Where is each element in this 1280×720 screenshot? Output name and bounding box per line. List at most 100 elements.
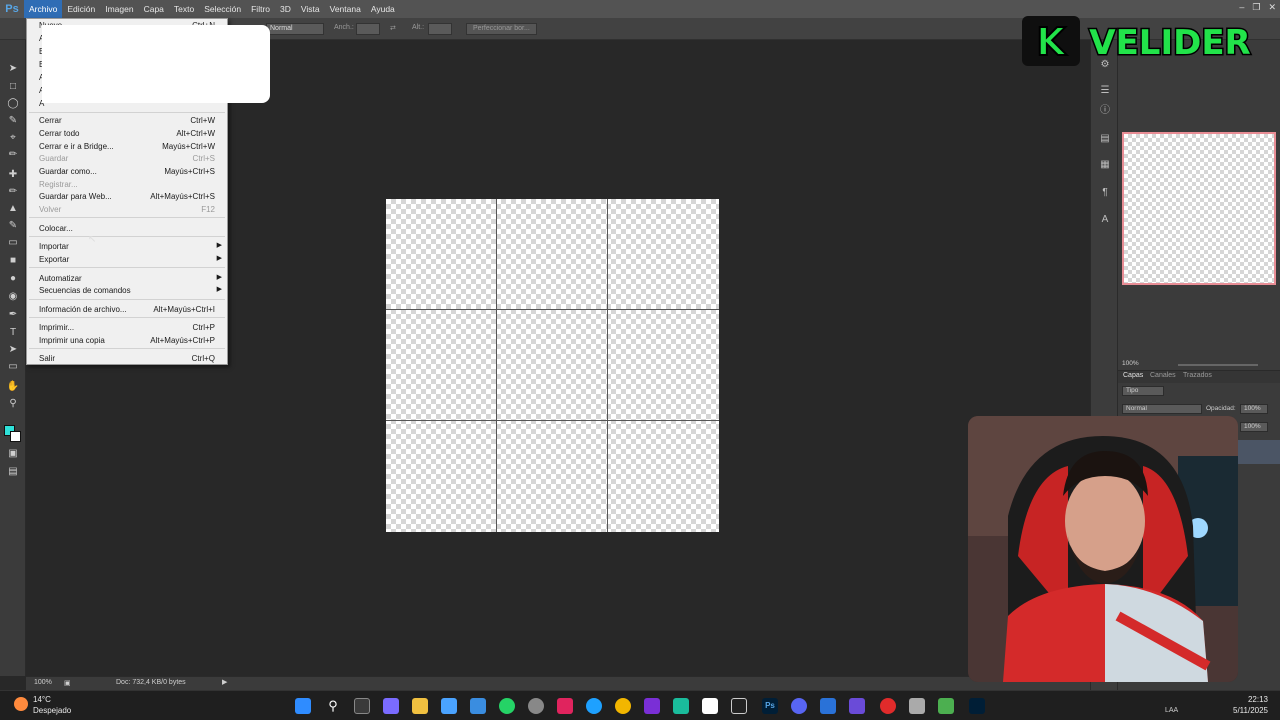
- swap-icon[interactable]: ⇄: [390, 24, 396, 32]
- menu-item-imprimir[interactable]: Imprimir... Ctrl+P: [27, 321, 227, 334]
- language-indicator[interactable]: LAA: [1165, 707, 1178, 714]
- paragraph-panel-icon[interactable]: ¶: [1098, 186, 1112, 200]
- store-icon[interactable]: [441, 698, 457, 714]
- whatsapp-icon[interactable]: [499, 698, 515, 714]
- menu-ventana[interactable]: Ventana: [325, 0, 366, 18]
- style-select[interactable]: Normal: [266, 23, 324, 35]
- edge-icon[interactable]: [586, 698, 602, 714]
- document-canvas[interactable]: [386, 199, 719, 532]
- telegram-icon[interactable]: [820, 698, 836, 714]
- tab-canales[interactable]: Canales: [1150, 372, 1176, 379]
- height-field[interactable]: [428, 23, 452, 35]
- menu-item-guardar-web[interactable]: Guardar para Web... Alt+Mayús+Ctrl+S: [27, 190, 227, 203]
- clock-date[interactable]: 5/11/2025: [1233, 706, 1268, 715]
- chrome-icon[interactable]: [615, 698, 631, 714]
- task-view-icon[interactable]: [354, 698, 370, 714]
- menu-ayuda[interactable]: Ayuda: [366, 0, 400, 18]
- chatgpt-icon[interactable]: [528, 698, 544, 714]
- width-field[interactable]: [356, 23, 380, 35]
- notion-icon[interactable]: [702, 698, 718, 714]
- tab-capas[interactable]: Capas: [1123, 372, 1143, 379]
- character-panel-icon[interactable]: A: [1098, 213, 1112, 227]
- tiktok-icon[interactable]: [557, 698, 573, 714]
- minimize-icon[interactable]: –: [1239, 2, 1244, 12]
- eraser-tool-icon[interactable]: ▭: [6, 236, 20, 250]
- hand-tool-icon[interactable]: ✋: [6, 380, 20, 394]
- weather-temp[interactable]: 14°C: [33, 695, 51, 704]
- crop-tool-icon[interactable]: ⌖: [6, 131, 20, 145]
- menu-item-informacion[interactable]: Información de archivo... Alt+Mayús+Ctrl…: [27, 303, 227, 316]
- menu-filtro[interactable]: Filtro: [246, 0, 275, 18]
- menu-3d[interactable]: 3D: [275, 0, 296, 18]
- menu-edicion[interactable]: Edición: [62, 0, 100, 18]
- windows-start-icon[interactable]: [295, 698, 311, 714]
- menu-vista[interactable]: Vista: [296, 0, 325, 18]
- pen-app-icon[interactable]: [909, 698, 925, 714]
- menu-item-guardar-como[interactable]: Guardar como... Mayús+Ctrl+S: [27, 165, 227, 178]
- info-icon[interactable]: ▣: [64, 679, 71, 687]
- menu-item-salir[interactable]: Salir Ctrl+Q: [27, 352, 227, 365]
- brush-tool-icon[interactable]: ✏: [6, 185, 20, 199]
- notepad-icon[interactable]: [470, 698, 486, 714]
- copilot-icon[interactable]: [383, 698, 399, 714]
- properties-panel-icon[interactable]: ☰: [1098, 84, 1112, 98]
- menu-item-cerrar-todo[interactable]: Cerrar todo Alt+Ctrl+W: [27, 127, 227, 140]
- type-tool-icon[interactable]: T: [6, 326, 20, 340]
- menu-item-exportar[interactable]: Exportar ▶: [27, 253, 227, 266]
- dodge-tool-icon[interactable]: ◉: [6, 290, 20, 304]
- photoshop-taskbar-icon[interactable]: Ps: [762, 698, 778, 714]
- info-panel-icon[interactable]: ⓘ: [1098, 104, 1112, 118]
- menu-item-colocar[interactable]: Colocar...: [27, 222, 227, 235]
- menu-item-imprimir-copia[interactable]: Imprimir una copia Alt+Mayús+Ctrl+P: [27, 334, 227, 347]
- play-arrow-icon[interactable]: ▶: [222, 678, 227, 686]
- clone-source-icon[interactable]: ▦: [1098, 158, 1112, 172]
- refine-edge-button[interactable]: Perfeccionar bor...: [466, 23, 537, 35]
- weather-desc[interactable]: Despejado: [33, 706, 71, 715]
- menu-capa[interactable]: Capa: [139, 0, 169, 18]
- onenote-icon[interactable]: [644, 698, 660, 714]
- close-icon[interactable]: ✕: [1268, 2, 1276, 13]
- capcut-icon[interactable]: [731, 698, 747, 714]
- teams-icon[interactable]: [849, 698, 865, 714]
- quick-mask-icon[interactable]: ▣: [6, 447, 20, 461]
- zoom-level[interactable]: 100%: [34, 679, 52, 686]
- search-icon[interactable]: ⚲: [325, 698, 341, 714]
- menu-archivo[interactable]: Archivo: [24, 0, 63, 18]
- app-icon-teal[interactable]: [673, 698, 689, 714]
- discord-icon[interactable]: [791, 698, 807, 714]
- healing-tool-icon[interactable]: ✚: [6, 168, 20, 182]
- layer-filter-select[interactable]: Tipo: [1122, 386, 1164, 396]
- blend-mode-select[interactable]: Normal: [1122, 404, 1202, 414]
- file-explorer-icon[interactable]: [412, 698, 428, 714]
- app-icon-green[interactable]: [938, 698, 954, 714]
- gradient-tool-icon[interactable]: ■: [6, 254, 20, 268]
- clock-time[interactable]: 22:13: [1248, 695, 1268, 704]
- menu-item-cerrar[interactable]: Cerrar Ctrl+W: [27, 114, 227, 127]
- tab-trazados[interactable]: Trazados: [1183, 372, 1212, 379]
- shape-tool-icon[interactable]: ▭: [6, 360, 20, 374]
- menu-texto[interactable]: Texto: [169, 0, 199, 18]
- zoom-tool-icon[interactable]: ⚲: [6, 397, 20, 411]
- marquee-tool-icon[interactable]: □: [6, 80, 20, 94]
- brush-panel-icon[interactable]: ▤: [1098, 132, 1112, 146]
- history-brush-tool-icon[interactable]: ✎: [6, 219, 20, 233]
- stamp-tool-icon[interactable]: ▲: [6, 202, 20, 216]
- menu-imagen[interactable]: Imagen: [100, 0, 138, 18]
- navigator-zoom[interactable]: 100%: [1122, 360, 1139, 367]
- photoshop-active-icon[interactable]: [969, 698, 985, 714]
- restore-icon[interactable]: ❐: [1252, 2, 1260, 13]
- weather-icon[interactable]: [14, 697, 28, 711]
- lasso-tool-icon[interactable]: ◯: [6, 97, 20, 111]
- move-tool-icon[interactable]: ➤: [6, 62, 20, 76]
- eyedropper-tool-icon[interactable]: ✏: [6, 148, 20, 162]
- opacity-field[interactable]: 100%: [1240, 404, 1268, 414]
- fill-field[interactable]: 100%: [1240, 422, 1268, 432]
- menu-seleccion[interactable]: Selección: [199, 0, 246, 18]
- background-color-swatch[interactable]: [10, 431, 21, 442]
- path-select-tool-icon[interactable]: ➤: [6, 343, 20, 357]
- blur-tool-icon[interactable]: ●: [6, 272, 20, 286]
- media-icon[interactable]: [880, 698, 896, 714]
- pen-tool-icon[interactable]: ✒: [6, 308, 20, 322]
- navigator-zoom-slider[interactable]: [1178, 364, 1258, 366]
- screen-mode-icon[interactable]: ▤: [6, 465, 20, 479]
